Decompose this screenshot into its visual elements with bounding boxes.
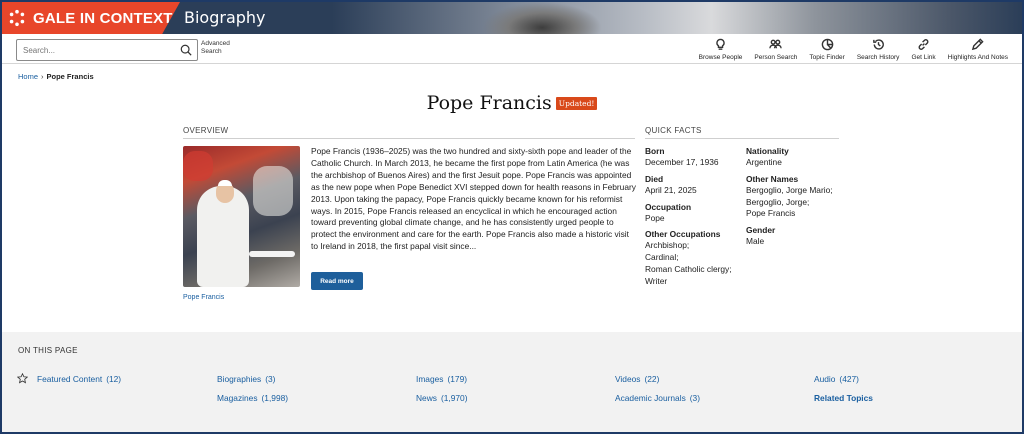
name-item: Bergoglio, Jorge;: [746, 196, 810, 207]
occupation-value: Pope: [645, 212, 665, 223]
topic-finder-icon: [821, 38, 833, 51]
link-count: (1,970): [440, 393, 468, 403]
search-icon[interactable]: [180, 44, 192, 56]
link-label: News: [416, 393, 437, 403]
born-value: December 17, 1936: [645, 157, 719, 167]
link-label: Audio: [814, 374, 836, 384]
tool-label: Get Link: [911, 54, 936, 61]
quick-facts-section: QUICK FACTS Born December 17, 1936 Died …: [645, 126, 839, 286]
bulb-icon: [716, 38, 725, 50]
breadcrumb-home[interactable]: Home: [18, 72, 38, 81]
gale-logo-icon: [9, 9, 25, 27]
brand-logo[interactable]: GALE IN CONTEXT: [2, 2, 180, 34]
audio-link[interactable]: Audio (427): [814, 374, 859, 384]
person-search-button[interactable]: Person Search: [748, 38, 803, 61]
tool-label: Topic Finder: [809, 54, 845, 61]
highlights-notes-button[interactable]: Highlights And Notes: [942, 38, 1014, 61]
chevron-right-icon: ›: [41, 72, 44, 81]
read-more-button[interactable]: Read more: [311, 272, 363, 290]
link-count: (179): [447, 374, 468, 384]
other-names-label: Other Names: [746, 173, 799, 184]
brand-name: GALE IN CONTEXT: [33, 9, 173, 27]
overview-heading: OVERVIEW: [183, 126, 635, 139]
occupation-item: Archbishop;: [645, 240, 690, 251]
nationality-value: Argentine: [746, 157, 782, 167]
occupation-label: Occupation: [645, 201, 692, 212]
banner-image: [332, 2, 1022, 34]
link-count: (3): [689, 393, 701, 403]
link-count: (3): [265, 374, 276, 384]
magazines-link[interactable]: Magazines (1,998): [217, 393, 288, 403]
occupation-item: Cardinal;: [645, 252, 679, 263]
section-title[interactable]: Biography: [184, 8, 266, 27]
breadcrumb: Home › Pope Francis: [18, 72, 94, 81]
images-link[interactable]: Images (179): [416, 374, 467, 384]
overview-section: OVERVIEW Pope Francis Pope Francis (1936…: [183, 126, 636, 301]
tool-label: Browse People: [698, 54, 743, 61]
quick-facts-heading: QUICK FACTS: [645, 126, 839, 139]
link-label: Featured Content: [37, 374, 103, 384]
portrait-image[interactable]: [183, 146, 300, 287]
tool-bar: Browse People Person Search Topic Finder…: [693, 38, 1014, 61]
occupation-item: Writer: [645, 275, 668, 286]
biographies-link[interactable]: Biographies (3): [217, 374, 275, 384]
tool-label: Search History: [856, 54, 900, 61]
pencil-icon: [972, 38, 984, 51]
link-count: (427): [839, 374, 859, 384]
on-this-page-heading: ON THIS PAGE: [18, 346, 78, 355]
link-label: Academic Journals: [615, 393, 686, 403]
other-names-value: Bergoglio, Jorge Mario; Bergoglio, Jorge…: [746, 185, 842, 220]
app-frame: GALE IN CONTEXT Biography Advanced Searc…: [0, 0, 1024, 434]
on-this-page-section: ON THIS PAGE Featured Content (12) Biogra…: [2, 332, 1022, 432]
related-topics-link[interactable]: Related Topics: [814, 393, 873, 403]
gender-label: Gender: [746, 225, 776, 236]
videos-link[interactable]: Videos (22): [615, 374, 659, 384]
people-icon: [769, 39, 783, 49]
breadcrumb-current: Pope Francis: [46, 72, 94, 81]
featured-content-link[interactable]: Featured Content (12): [37, 374, 121, 384]
other-occupations-value: Archbishop; Cardinal; Roman Catholic cle…: [645, 240, 745, 287]
link-icon: [918, 39, 929, 50]
topic-finder-button[interactable]: Topic Finder: [803, 38, 850, 61]
get-link-button[interactable]: Get Link: [905, 38, 941, 61]
link-label: Biographies: [217, 374, 262, 384]
gender-value: Male: [746, 236, 765, 247]
link-count: (1,998): [261, 393, 289, 403]
facts-column-left: Born December 17, 1936 Died April 21, 20…: [645, 146, 745, 293]
image-caption[interactable]: Pope Francis: [183, 294, 224, 301]
academic-journals-link[interactable]: Academic Journals (3): [615, 393, 700, 403]
occupation-item: Roman Catholic clergy;: [645, 263, 732, 274]
tool-label: Person Search: [754, 54, 798, 61]
name-item: Bergoglio, Jorge Mario;: [746, 184, 833, 195]
page-title-row: Pope Francis Updated!: [2, 92, 1022, 114]
other-occupations-label: Other Occupations: [645, 229, 721, 240]
star-icon[interactable]: [17, 373, 28, 384]
news-link[interactable]: News (1,970): [416, 393, 468, 403]
link-count: (22): [644, 374, 660, 384]
updated-badge: Updated!: [555, 97, 598, 110]
link-label: Magazines: [217, 393, 258, 403]
search-box: [16, 39, 198, 61]
advanced-search-link[interactable]: Advanced Search: [201, 40, 241, 56]
top-banner: GALE IN CONTEXT Biography: [2, 2, 1022, 34]
facts-column-right: Nationality Argentine Other Names Bergog…: [746, 146, 842, 253]
page-title: Pope Francis: [426, 92, 552, 114]
name-item: Pope Francis: [746, 208, 796, 219]
link-count: (12): [106, 374, 122, 384]
browse-people-button[interactable]: Browse People: [693, 38, 749, 61]
born-label: Born: [645, 146, 665, 156]
died-value: April 21, 2025: [645, 184, 697, 195]
overview-text: Pope Francis (1936–2025) was the two hun…: [311, 146, 636, 252]
tool-label: Highlights And Notes: [947, 54, 1008, 61]
history-icon: [872, 39, 884, 50]
died-label: Died: [645, 173, 664, 184]
link-label: Videos: [615, 374, 641, 384]
search-input[interactable]: [17, 40, 167, 61]
search-history-button[interactable]: Search History: [851, 38, 906, 61]
nationality-label: Nationality: [746, 146, 789, 156]
link-label: Images: [416, 374, 444, 384]
content-links: Featured Content (12) Biographies (3) Imag…: [2, 372, 1022, 422]
toolbar: Advanced Search Browse People Person Sea…: [2, 34, 1022, 64]
